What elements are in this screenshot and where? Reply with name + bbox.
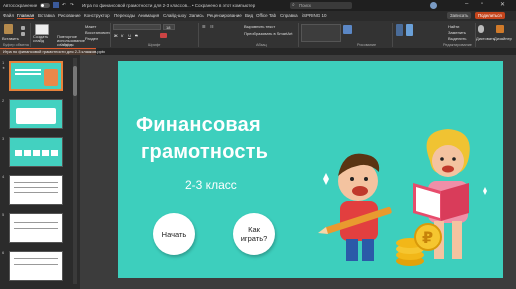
tab-review[interactable]: Рецензирование (207, 13, 242, 18)
strikethrough-icon[interactable]: S (135, 33, 138, 38)
tab-record[interactable]: Запись (189, 13, 204, 18)
minimize-icon[interactable]: – (465, 1, 468, 7)
thumb-number: 3 (2, 136, 5, 141)
document-tab[interactable]: Игра по финансовой грамотности для 2-3 к… (0, 48, 105, 55)
reset-button[interactable]: Восстановить (85, 30, 111, 35)
tab-draw[interactable]: Рисование (58, 13, 81, 18)
title-bar: Автосохранение ↶ ↷ Игра по финансовой гр… (0, 0, 516, 11)
group-drawing-label: Рисование (357, 43, 377, 47)
thumbnail-2[interactable] (9, 99, 63, 129)
undo-icon[interactable]: ↶ (62, 2, 66, 8)
record-button[interactable]: Записать (447, 12, 472, 19)
slide-title-line1[interactable]: Финансовая (136, 114, 261, 137)
search-input[interactable]: Поиск (299, 3, 311, 8)
format-icon (406, 24, 413, 36)
slide-thumbnails-panel: 1 ★ 2 3 4 5 6 (0, 55, 80, 289)
avatar[interactable] (430, 2, 437, 9)
thumb-number: 1 (2, 60, 5, 65)
presenter-icon (396, 24, 403, 36)
document-title: Игра по финансовой грамотности для 2-3 к… (82, 3, 256, 8)
group-font-label: Шрифт (148, 43, 161, 47)
bullets-icon[interactable]: ☰ (202, 24, 206, 29)
designer-button[interactable]: Дизайнер (494, 36, 512, 41)
thumbnail-4[interactable] (9, 175, 63, 205)
font-color-icon[interactable] (160, 33, 167, 38)
thumbnail-1[interactable] (9, 61, 63, 91)
align-text-button[interactable]: Выровнять текст (244, 24, 275, 29)
menu-bar: Файл Главная Вставка Рисование Конструкт… (0, 11, 516, 21)
font-name-field[interactable] (113, 24, 161, 30)
tab-animation[interactable]: Анимация (138, 13, 159, 18)
thumb-number: 5 (2, 212, 5, 217)
cut-icon[interactable] (21, 26, 25, 30)
share-button[interactable]: Поделиться (475, 12, 505, 19)
paste-button[interactable]: Вставить (2, 36, 19, 41)
thumbnail-scrollbar[interactable] (73, 58, 77, 284)
tab-file[interactable]: Файл (3, 13, 14, 18)
font-size-field[interactable]: 18 (163, 24, 175, 30)
thumbnail-3[interactable] (9, 137, 63, 167)
how-to-play-button[interactable]: Как играть? (233, 213, 275, 255)
convert-smartart-button[interactable]: Преобразовать в SmartArt (244, 31, 293, 36)
ribbon: Вставить Создать слайд Повторное использ… (0, 21, 516, 49)
layout-button[interactable]: Макет (85, 24, 96, 29)
tab-help[interactable]: Справка (280, 13, 298, 18)
star-icon: ★ (2, 66, 6, 70)
slide-subtitle[interactable]: 2-3 класс (185, 178, 237, 192)
start-button[interactable]: Начать (153, 213, 195, 255)
tab-design[interactable]: Конструктор (84, 13, 110, 18)
arrange-icon[interactable] (343, 25, 352, 34)
group-paragraph-label: Абзац (256, 43, 267, 47)
tab-transitions[interactable]: Переходы (114, 13, 135, 18)
group-editing-label: Редактирование (443, 43, 472, 47)
document-tab-bar: Игра по финансовой грамотности для 2-3 к… (0, 48, 516, 55)
search-icon: ⌕ (292, 2, 295, 8)
tab-insert[interactable]: Вставка (38, 13, 55, 18)
group-clipboard-label: Буфер обмена (3, 43, 29, 47)
maximize-icon[interactable]: ▫ (481, 1, 483, 7)
section-button[interactable]: Раздел (85, 36, 98, 41)
new-slide-button[interactable]: Создать слайд (33, 35, 53, 43)
paste-icon[interactable] (4, 24, 13, 34)
svg-text:₽: ₽ (422, 228, 433, 247)
copy-icon[interactable] (21, 32, 25, 36)
group-slides-label: Слайды (60, 43, 75, 47)
select-button[interactable]: Выделить (448, 36, 466, 41)
how-to-play-line2: играть? (240, 234, 268, 243)
dictate-button[interactable]: Диктовать (476, 36, 495, 41)
thumb-number: 2 (2, 98, 5, 103)
kids-illustration[interactable]: ₽ (318, 121, 498, 271)
search-box[interactable]: ⌕ Поиск (290, 2, 352, 9)
thumb-number: 6 (2, 250, 5, 255)
underline-icon[interactable]: Ч (128, 33, 131, 38)
shapes-gallery[interactable] (301, 24, 341, 42)
tab-office-tab[interactable]: Office Tab (256, 13, 276, 18)
thumb-number: 4 (2, 174, 5, 179)
numbering-icon[interactable]: ☷ (210, 24, 214, 29)
current-slide[interactable]: Финансовая грамотность 2-3 класс Начать … (118, 61, 503, 278)
bold-icon[interactable]: Ж (114, 33, 118, 38)
tab-slideshow[interactable]: Слайд-шоу (163, 13, 186, 18)
replace-button[interactable]: Заменить (448, 30, 466, 35)
thumbnail-6[interactable] (9, 251, 63, 281)
how-to-play-line1: Как (248, 225, 260, 234)
find-button[interactable]: Найти (448, 24, 459, 29)
tab-home[interactable]: Главная (17, 13, 35, 19)
autosave-label: Автосохранение (3, 3, 38, 8)
autosave-toggle[interactable] (40, 3, 50, 8)
save-icon[interactable] (53, 2, 59, 8)
thumbnail-5[interactable] (9, 213, 63, 243)
tab-ispring[interactable]: iSPRING 10 (302, 13, 327, 18)
slide-title-line2[interactable]: грамотность (141, 141, 268, 164)
tab-view[interactable]: Вид (245, 13, 253, 18)
italic-icon[interactable]: К (121, 33, 123, 38)
start-label: Начать (161, 229, 187, 239)
close-tab-icon[interactable]: × (89, 49, 91, 54)
designer-icon[interactable] (496, 25, 504, 33)
microphone-icon[interactable] (478, 25, 484, 33)
close-icon[interactable]: ✕ (500, 1, 505, 8)
redo-icon[interactable]: ↷ (70, 2, 74, 8)
